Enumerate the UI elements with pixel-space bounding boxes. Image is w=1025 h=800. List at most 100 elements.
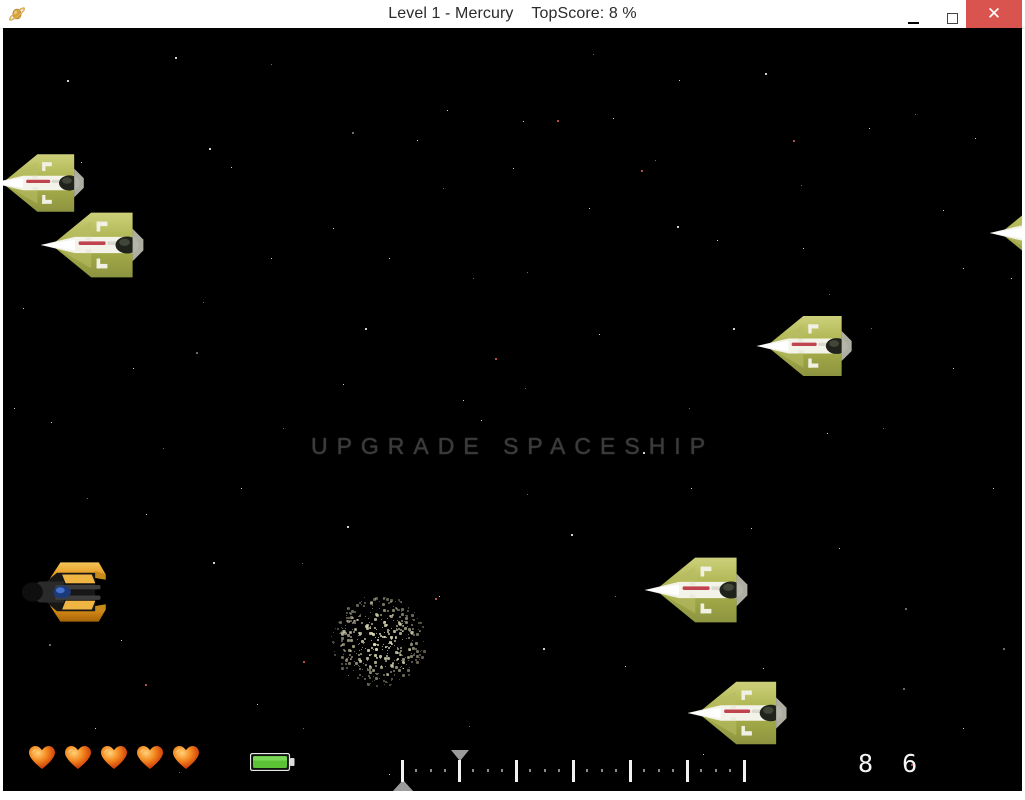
enemy-spaceship[interactable] (39, 208, 147, 282)
explosion-particle (381, 649, 383, 651)
score-display: 8 6 (858, 749, 925, 778)
explosion-particle (346, 667, 349, 670)
star (975, 138, 976, 139)
explosion-particle (401, 639, 403, 641)
minimize-button[interactable] (893, 0, 933, 28)
explosion-particle (383, 657, 387, 661)
explosion-particle (411, 639, 413, 641)
explosion-particle (382, 635, 385, 638)
star (527, 272, 528, 273)
explosion-particle (345, 657, 348, 660)
hud-bar: 8 6 (3, 731, 1022, 791)
explosion-particle (402, 654, 404, 656)
ruler-tick-major (401, 760, 404, 782)
explosion-particle (407, 609, 410, 612)
explosion-particle (362, 675, 364, 677)
explosion-particle (388, 614, 391, 617)
enemy-spaceship[interactable] (755, 312, 855, 380)
explosion-particle (342, 648, 345, 651)
explosion-particle (381, 645, 383, 647)
explosion-particle (370, 640, 372, 642)
enemy-spaceship[interactable] (643, 554, 751, 626)
explosion-particle (420, 651, 422, 653)
explosion-particle (379, 608, 381, 610)
explosion-particle (416, 660, 420, 664)
ruler-tick-major (515, 760, 518, 782)
ruler-tick-minor (543, 769, 546, 772)
star (589, 208, 590, 209)
explosion-particle (368, 665, 371, 668)
explosion-particle (384, 684, 386, 685)
explosion-particle (333, 632, 335, 634)
explosion-particle (377, 644, 380, 646)
star (903, 688, 905, 690)
explosion-particle (342, 643, 345, 647)
explosion-particle (419, 658, 420, 660)
explosion-particle (417, 618, 419, 620)
explosion-particle (349, 635, 352, 638)
explosion-particle (386, 618, 388, 620)
explosion-particle (398, 609, 400, 611)
star (257, 704, 258, 705)
explosion-particle (395, 635, 397, 638)
enemy-spaceship[interactable] (988, 196, 1022, 270)
explosion-particle (374, 661, 378, 665)
explosion-particle (387, 682, 389, 684)
explosion-particle (364, 648, 366, 650)
explosion-particle (373, 649, 375, 650)
explosion-particle (374, 617, 378, 621)
heart-icon (28, 745, 56, 771)
explosion-particle (387, 674, 390, 677)
weapon-range-ruler[interactable] (391, 746, 751, 791)
battery-indicator (249, 752, 296, 772)
explosion-particle (355, 652, 357, 654)
explosion-particle (395, 628, 398, 631)
close-button[interactable]: ✕ (966, 0, 1022, 28)
window-title: Level 1 - Mercury TopScore: 8 % (388, 5, 637, 22)
star (67, 80, 69, 82)
explosion-particle (347, 606, 351, 610)
explosion-particle (338, 632, 340, 634)
explosion-particle (423, 640, 424, 642)
explosion-particle (385, 598, 389, 602)
heart-icon (136, 745, 164, 771)
star (447, 110, 448, 111)
explosion-particle (391, 683, 393, 685)
star (793, 140, 795, 142)
game-canvas[interactable]: UPGRADE SPACESHIP 8 6 (3, 28, 1022, 791)
star (435, 598, 437, 600)
star (95, 728, 96, 729)
ruler-tick-minor (586, 769, 589, 772)
explosion-particle (364, 663, 367, 666)
star (443, 188, 444, 189)
star (209, 148, 211, 150)
explosion-particle (383, 644, 385, 645)
explosion-particle (407, 668, 411, 672)
explosion-particle (407, 626, 409, 627)
explosion-particle (379, 657, 381, 659)
explosion-particle (411, 628, 414, 631)
ruler-tick-minor (415, 769, 418, 772)
enemy-spaceship[interactable] (3, 150, 87, 216)
explosion-particle (334, 628, 336, 630)
explosion-particle (387, 652, 389, 654)
explosion-particle (399, 650, 402, 653)
explosion-particle (338, 620, 342, 624)
explosion-particle (390, 643, 393, 645)
explosion-particle (372, 608, 374, 610)
explosion-particle (394, 675, 396, 677)
explosion-particle (358, 657, 362, 661)
explosion-particle (395, 650, 399, 654)
star (801, 185, 802, 186)
explosion-particle (369, 683, 371, 685)
explosion-particle (332, 643, 334, 645)
star (51, 422, 52, 423)
explosion-particle (411, 614, 415, 618)
explosion-particle (398, 653, 401, 656)
star (963, 268, 964, 269)
player-spaceship[interactable] (15, 555, 111, 629)
game-window: Level 1 - Mercury TopScore: 8 % ✕ UPGRAD… (0, 0, 1025, 800)
explosion-particle (409, 649, 412, 652)
explosion-particle (423, 650, 427, 653)
star (121, 640, 122, 641)
